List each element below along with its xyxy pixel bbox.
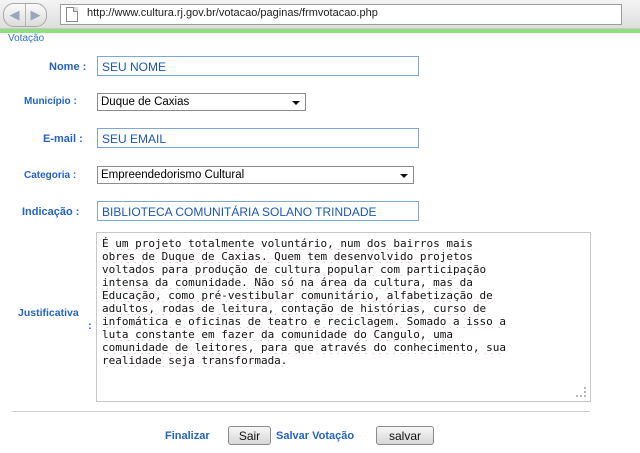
textarea-line: comunidade de leitores, para que através… bbox=[102, 341, 506, 354]
browser-toolbar: ◀ ▶ http://www.cultura.rj.gov.br/votacao… bbox=[0, 0, 640, 29]
finalizar-label: Finalizar bbox=[165, 430, 210, 442]
salvar-votacao-label: Salvar Votação bbox=[276, 430, 355, 442]
header-stripe bbox=[0, 29, 640, 33]
municipio-select[interactable]: Duque de Caxias bbox=[97, 93, 306, 111]
indicacao-label: Indicação : bbox=[22, 206, 80, 218]
chevron-down-icon bbox=[292, 101, 300, 105]
address-bar[interactable]: http://www.cultura.rj.gov.br/votacao/pag… bbox=[60, 4, 622, 25]
indicacao-input[interactable]: BIBLIOTECA COMUNITÁRIA SOLANO TRINDADE bbox=[97, 201, 419, 221]
justificativa-textarea[interactable]: É um projeto totalmente voluntário, num … bbox=[96, 232, 591, 402]
textarea-line: obres de Duque de Caxias. Quem tem desen… bbox=[102, 250, 473, 263]
url-text: http://www.cultura.rj.gov.br/votacao/pag… bbox=[87, 7, 378, 19]
nome-input[interactable]: SEU NOME bbox=[97, 56, 419, 76]
nav-buttons: ◀ ▶ bbox=[3, 3, 47, 27]
textarea-line: É um projeto totalmente voluntário, num … bbox=[102, 237, 473, 250]
chevron-down-icon bbox=[400, 174, 408, 178]
municipio-value: Duque de Caxias bbox=[101, 96, 190, 108]
textarea-line: realidade seja transformada. bbox=[102, 354, 288, 367]
categoria-label: Categoria : bbox=[24, 170, 77, 181]
forward-arrow-icon[interactable]: ▶ bbox=[25, 4, 46, 26]
page-icon bbox=[66, 7, 78, 22]
email-label: E-mail : bbox=[43, 133, 83, 145]
textarea-line: infomática e oficinas de teatro e recicl… bbox=[102, 315, 506, 328]
divider bbox=[12, 411, 590, 412]
justificativa-label-colon: : bbox=[88, 320, 92, 332]
justificativa-label: Justificativa bbox=[18, 307, 79, 319]
textarea-line: voltados para produção de cultura popula… bbox=[102, 263, 487, 276]
resize-grip-icon[interactable] bbox=[576, 387, 586, 397]
municipio-label: Município : bbox=[24, 96, 77, 107]
page-title: Votação bbox=[8, 33, 45, 44]
textarea-line: luta constante em fazer da comunidade do… bbox=[102, 328, 453, 341]
sair-button[interactable]: Sair bbox=[228, 426, 271, 445]
textarea-line: adultos, rodas de leitura, contação de h… bbox=[102, 302, 487, 315]
textarea-line: intensa da comunidade. Não só na área da… bbox=[102, 276, 473, 289]
email-input[interactable]: SEU EMAIL bbox=[97, 128, 419, 148]
categoria-value: Empreendedorismo Cultural bbox=[101, 169, 245, 181]
salvar-button[interactable]: salvar bbox=[376, 426, 434, 445]
textarea-line: Educação, como pré-vestibular comunitári… bbox=[102, 289, 493, 302]
categoria-select[interactable]: Empreendedorismo Cultural bbox=[97, 166, 414, 184]
back-arrow-icon[interactable]: ◀ bbox=[4, 4, 26, 26]
nome-label: Nome : bbox=[49, 61, 87, 73]
